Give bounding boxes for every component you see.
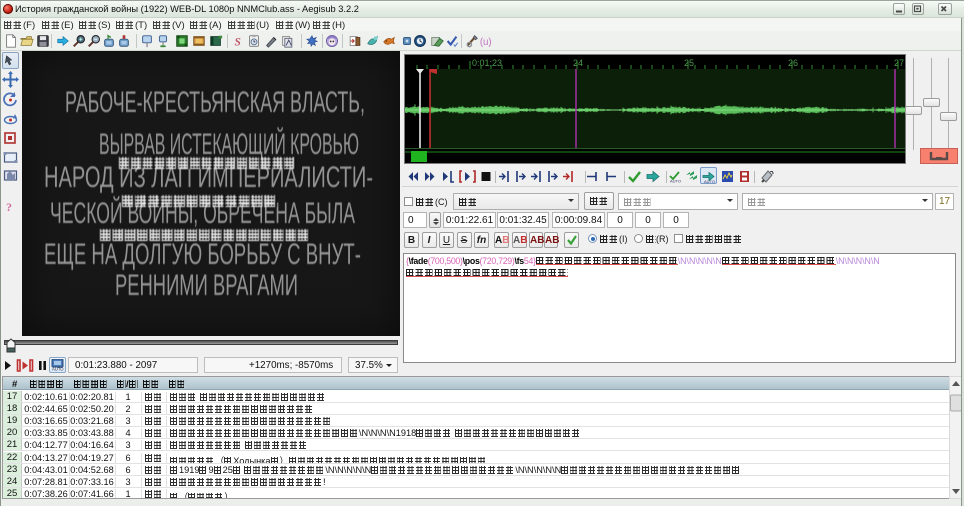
svg-text:S: S [234, 36, 240, 48]
svg-text:0:01:23: 0:01:23 [472, 58, 502, 68]
svg-text:AUTO: AUTO [670, 179, 681, 184]
svg-text:?: ? [6, 200, 12, 214]
svg-text:25: 25 [684, 58, 694, 68]
svg-text:AUTO: AUTO [704, 179, 715, 183]
svg-text:26: 26 [788, 58, 798, 68]
svg-text:(u): (u) [480, 37, 492, 48]
svg-text:AUTO: AUTO [52, 367, 64, 371]
svg-text:24: 24 [573, 58, 583, 68]
svg-text:27: 27 [894, 58, 904, 68]
